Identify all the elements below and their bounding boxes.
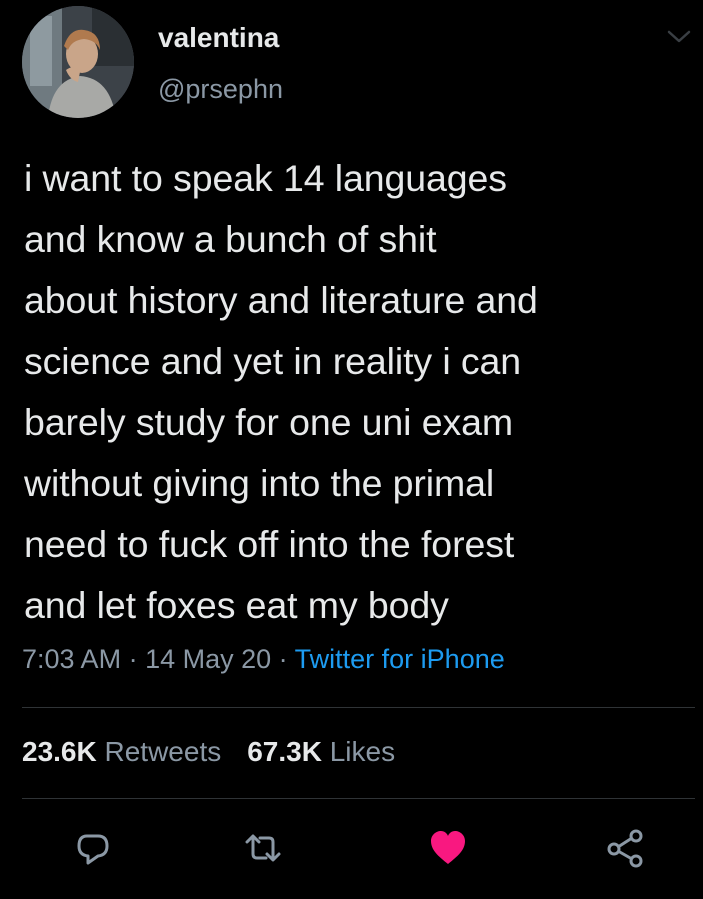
reply-button[interactable]	[73, 828, 113, 868]
retweet-icon	[245, 834, 281, 862]
share-icon	[607, 829, 643, 868]
tweet-text: i want to speak 14 languages and know a …	[24, 157, 538, 626]
profile-photo-icon	[22, 6, 134, 118]
avatar[interactable]	[22, 6, 134, 118]
tweet-date[interactable]: 14 May 20	[145, 644, 271, 674]
user-handle[interactable]: @prsephn	[158, 74, 283, 105]
divider	[22, 798, 695, 799]
tweet-meta: 7:03 AM · 14 May 20 · Twitter for iPhone	[22, 644, 505, 675]
divider	[22, 707, 695, 708]
meta-separator: ·	[121, 644, 146, 674]
like-button[interactable]	[428, 828, 468, 868]
tweet-stats: 23.6K Retweets 67.3K Likes	[22, 736, 395, 768]
tweet: valentina @prsephn i want to speak 14 la…	[0, 0, 703, 899]
share-button[interactable]	[605, 828, 645, 868]
retweets-label: Retweets	[104, 736, 222, 767]
tweet-time[interactable]: 7:03 AM	[22, 644, 121, 674]
reply-icon	[77, 834, 109, 865]
heart-icon	[431, 831, 465, 864]
display-name[interactable]: valentina	[158, 22, 279, 54]
tweet-source[interactable]: Twitter for iPhone	[295, 644, 505, 674]
likes-stat[interactable]: 67.3K Likes	[247, 736, 395, 767]
chevron-down-icon	[667, 30, 691, 43]
likes-label: Likes	[329, 736, 396, 767]
retweet-button[interactable]	[243, 828, 283, 868]
retweets-count: 23.6K	[22, 736, 97, 767]
likes-count: 67.3K	[247, 736, 322, 767]
retweets-stat[interactable]: 23.6K Retweets	[22, 736, 221, 767]
meta-separator: ·	[271, 644, 295, 674]
more-options-button[interactable]	[666, 26, 692, 46]
